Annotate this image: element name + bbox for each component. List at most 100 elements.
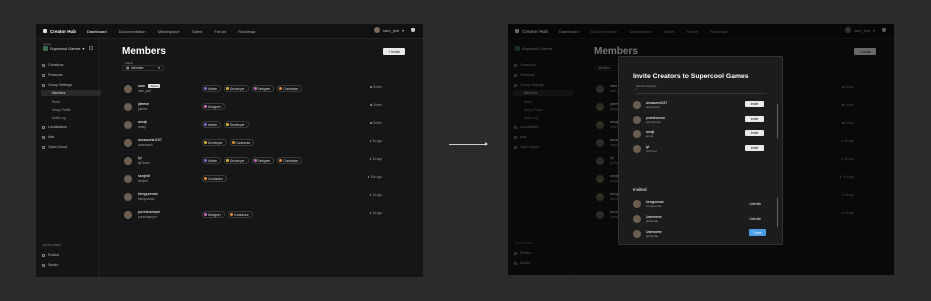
status-dot-icon [367, 176, 370, 178]
username: sam_jedi [382, 27, 399, 33]
status-dot-icon [370, 86, 372, 88]
creator-hub-logo[interactable]: Creator Hub [43, 29, 76, 34]
uninvite-button[interactable]: Uninvite [749, 217, 761, 221]
member-name: amaji [138, 120, 147, 124]
avatar [633, 101, 641, 109]
filter-icon: ▤ [126, 66, 130, 70]
status-text: Online [370, 121, 382, 125]
members-screen: Creator Hub Dashboard Documentation Mark… [36, 24, 423, 277]
table-row[interactable]: lyllyl7lover Admin Developer Designer Contra… [124, 155, 404, 173]
sidebar-item-creations[interactable]: Creations [42, 63, 63, 67]
role-label: Designer [208, 212, 221, 217]
table-row[interactable]: amasuesh157amasuesh Developer Contractor 3h… [124, 137, 404, 155]
done-button[interactable]: Done [749, 229, 766, 236]
invited-row: benguomax benguomax Uninvite [633, 199, 769, 213]
avatar [633, 215, 641, 223]
creator-handle: @handle [646, 234, 659, 238]
nav-documentation[interactable]: Documentation [119, 29, 146, 34]
role-tags: Designer [202, 103, 225, 110]
role-tag: Admin [202, 157, 222, 164]
nav-dashboard[interactable]: Dashboard [87, 29, 107, 34]
avatar [633, 115, 641, 124]
status-label: 1h ago [372, 157, 382, 161]
member-name: lyl [138, 156, 142, 160]
role-icon [204, 105, 207, 108]
role-tags: Contractor [202, 175, 227, 182]
invited-row: Username@handleUninvite [633, 214, 769, 228]
avatar [124, 139, 132, 147]
creator-row: amaji amaji Invite [633, 129, 769, 143]
quick-link-studio[interactable]: Studio [42, 263, 58, 267]
status-label: 1d ago [372, 211, 382, 215]
member-name-text: sam [138, 84, 146, 88]
sidebar-subitem-members[interactable]: Members [41, 90, 101, 96]
invite-button[interactable]: + Invite [383, 48, 405, 55]
member-handle: ssnjedi [138, 179, 148, 183]
sidebar-subitem-group-profile[interactable]: Group Profile [52, 108, 71, 112]
member-handle: benguomax [138, 197, 155, 201]
member-name: amasuesh157 [138, 138, 162, 142]
status-text: 1h ago [369, 157, 382, 161]
creator-handle: amaji [646, 134, 654, 138]
role-icon [204, 177, 207, 180]
sidebar-item-ads[interactable]: Ads [42, 135, 54, 139]
invite-creator-button[interactable]: Invite [745, 130, 764, 136]
role-tag: Designer [202, 211, 225, 218]
sidebar-item-finances[interactable]: Finances [42, 73, 63, 77]
nav-forum[interactable]: Forum [214, 29, 226, 34]
page-title: Members [122, 46, 166, 57]
table-row[interactable]: samOwnersam_jedi Admin Developer Designer Co… [124, 83, 404, 101]
bell-icon[interactable] [411, 28, 415, 32]
role-tag: Developer [224, 121, 249, 128]
role-label: Developer [208, 140, 223, 145]
nav-marketplace[interactable]: Marketplace [158, 29, 180, 34]
uninvite-button[interactable]: Uninvite [749, 202, 761, 206]
creator-handle: benguomax [646, 204, 662, 208]
status-text: 1d ago [369, 211, 382, 215]
table-row[interactable]: jdeesejdeese Designer Online [124, 101, 404, 119]
sidebar-item-group-settings[interactable]: Group Settings [42, 83, 72, 87]
table-row[interactable]: ssnjedissnjedi Contractor 10h ago [124, 173, 404, 191]
invite-creator-button[interactable]: Invite [745, 101, 764, 107]
avatar [124, 211, 132, 219]
sidebar-subitem-roles[interactable]: Roles [52, 100, 60, 104]
role-tags: Developer Contractor [202, 139, 255, 146]
sidebar-item-open-cloud[interactable]: Open Cloud [42, 145, 67, 149]
role-icon [253, 159, 257, 162]
nav-roadmap[interactable]: Roadmap [238, 29, 255, 34]
invite-creator-button[interactable]: Invite [745, 144, 764, 151]
creations-icon [42, 63, 45, 67]
status-dot-icon [369, 194, 372, 196]
table-row[interactable]: benguomaxbenguomax 1d ago [124, 191, 404, 209]
role-tag: Admin [202, 121, 222, 128]
member-handle: amasuesh [138, 143, 153, 147]
avatar [633, 230, 641, 238]
quick-link-roblox[interactable]: Roblox [42, 253, 59, 257]
search-creators-input[interactable]: ⌕ [635, 87, 766, 94]
creator-handle: @handle [646, 219, 659, 223]
nav-talent[interactable]: Talent [192, 29, 203, 34]
scrollbar[interactable] [776, 198, 778, 227]
status-filter-dropdown[interactable]: ▤ Member ▾ [122, 65, 164, 71]
creator-handle: lyl7lover [646, 148, 658, 153]
role-label: Contractor [233, 212, 249, 217]
sidebar-item-localization[interactable]: Localization [42, 125, 67, 129]
table-row[interactable]: pureshamperpureshamper Designer Contractor… [124, 209, 404, 227]
invite-creator-button[interactable]: Invite [745, 115, 764, 122]
status-dot-icon [369, 140, 372, 142]
user-menu[interactable]: sam_jedi ▾ [373, 27, 415, 33]
scrollbar[interactable] [776, 104, 778, 138]
role-tag: Developer [224, 157, 249, 164]
sidebar-subitem-audit-log[interactable]: Audit Log [52, 116, 65, 120]
status-label: Online [372, 103, 382, 107]
creator-row: amasuesh157 amasuesh Invite [633, 100, 769, 114]
group-selector[interactable]: Supercool Games ▾ [43, 46, 84, 51]
role-label: Admin [208, 86, 218, 91]
member-name: benguomax [138, 192, 158, 196]
collapse-sidebar-icon[interactable] [89, 46, 93, 50]
role-label: Contractor [283, 158, 299, 163]
table-row[interactable]: amajiamaji Admin Developer Online [124, 119, 404, 137]
role-label: Admin [208, 122, 218, 127]
sidebar: Group Supercool Games ▾ Creations Financ… [36, 39, 101, 277]
role-label: Developer [230, 86, 245, 91]
